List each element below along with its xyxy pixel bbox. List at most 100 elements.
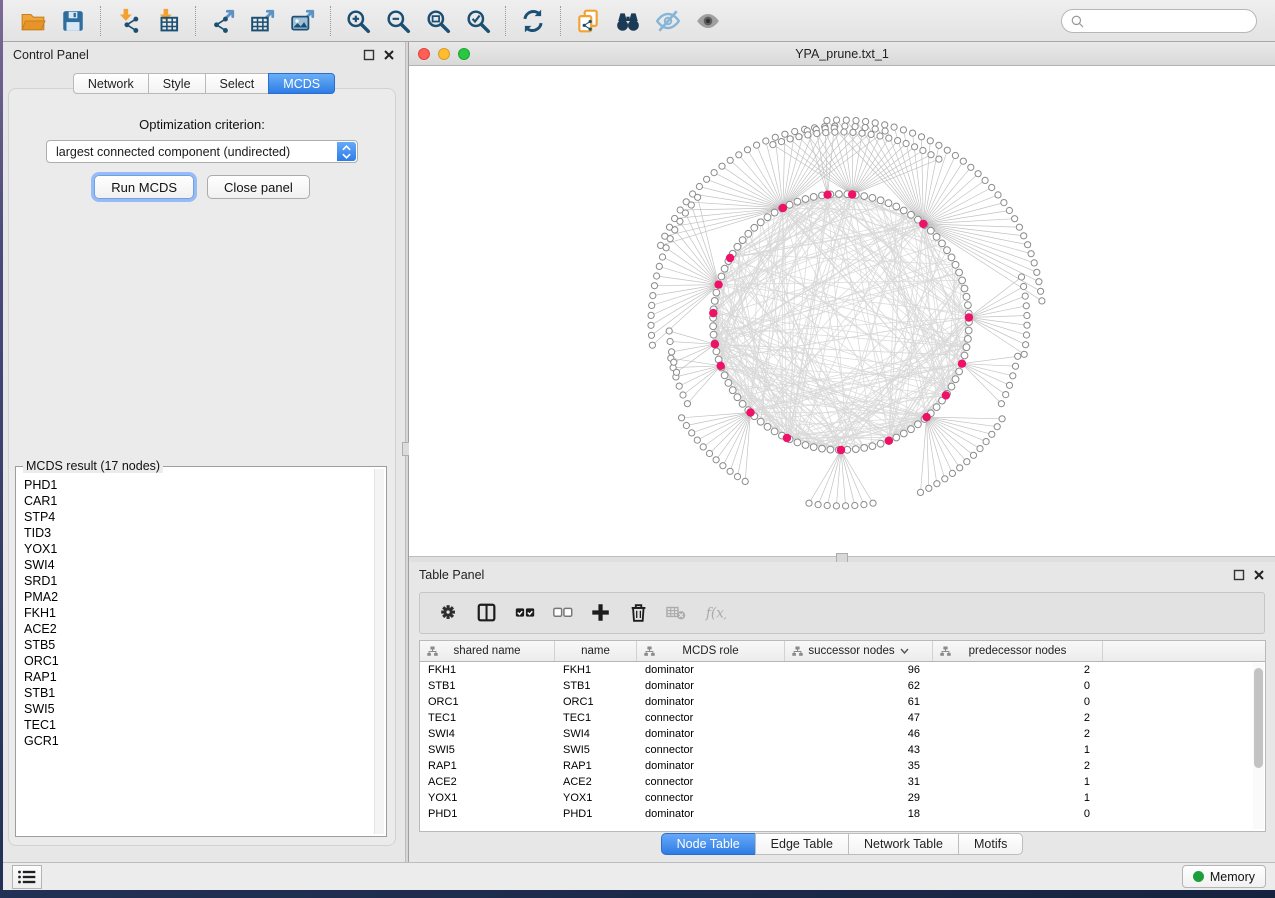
export-network-button[interactable] (206, 5, 240, 37)
zoom-selected-icon (465, 8, 491, 34)
show-all-button[interactable] (691, 5, 725, 37)
float-panel-icon[interactable] (363, 49, 375, 61)
column-header-name[interactable]: name (555, 641, 637, 661)
mcds-result-node[interactable]: STB5 (24, 637, 374, 653)
tab-node-table[interactable]: Node Table (661, 833, 755, 855)
table-cell: 2 (933, 712, 1103, 724)
column-header-predecessor-nodes[interactable]: predecessor nodes (933, 641, 1103, 661)
table-row[interactable]: STB1STB1dominator620 (420, 678, 1265, 694)
tab-mcds[interactable]: MCDS (268, 73, 335, 94)
main-toolbar (3, 0, 1275, 42)
table-cell: 47 (785, 712, 933, 724)
optimization-criterion-select[interactable]: largest connected component (undirected) (46, 140, 358, 163)
refresh-button[interactable] (516, 5, 550, 37)
export-image-icon (290, 8, 316, 34)
mcds-result-node[interactable]: RAP1 (24, 669, 374, 685)
table-settings-button[interactable] (434, 598, 464, 628)
delete-row-button[interactable] (624, 598, 654, 628)
tab-select[interactable]: Select (205, 73, 269, 94)
export-image-button[interactable] (286, 5, 320, 37)
export-network-icon (210, 8, 236, 34)
table-cell: YOX1 (555, 792, 637, 804)
run-mcds-button[interactable]: Run MCDS (94, 175, 194, 199)
mcds-result-node[interactable]: GCR1 (24, 733, 374, 749)
table-settings-icon (438, 602, 460, 624)
table-scrollbar-thumb[interactable] (1254, 668, 1263, 768)
mcds-result-node[interactable]: PMA2 (24, 589, 374, 605)
table-row[interactable]: ACE2ACE2connector311 (420, 774, 1265, 790)
tab-edge-table[interactable]: Edge Table (755, 833, 848, 855)
export-table-button[interactable] (246, 5, 280, 37)
mcds-result-node[interactable]: STB1 (24, 685, 374, 701)
table-row[interactable]: RAP1RAP1dominator352 (420, 758, 1265, 774)
table-row[interactable]: SWI4SWI4dominator462 (420, 726, 1265, 742)
import-table-button[interactable] (151, 5, 185, 37)
function-builder-button[interactable]: f(x) (700, 598, 730, 628)
tab-network-table[interactable]: Network Table (848, 833, 958, 855)
memory-button[interactable]: Memory (1182, 865, 1266, 888)
network-graph[interactable] (409, 66, 1275, 556)
table-row[interactable]: ORC1ORC1dominator610 (420, 694, 1265, 710)
tab-motifs[interactable]: Motifs (958, 833, 1023, 855)
mcds-tab-pane: Optimization criterion: largest connecte… (8, 88, 396, 846)
mcds-result-node[interactable]: SRD1 (24, 573, 374, 589)
float-table-panel-icon[interactable] (1233, 569, 1245, 581)
zoom-selected-button[interactable] (461, 5, 495, 37)
zoom-fit-button[interactable] (421, 5, 455, 37)
table-cell: YOX1 (420, 792, 555, 804)
mcds-result-node[interactable]: CAR1 (24, 493, 374, 509)
table-cell: FKH1 (420, 664, 555, 676)
table-cell: SWI5 (555, 744, 637, 756)
network-canvas[interactable] (409, 66, 1275, 556)
table-row[interactable]: FKH1FKH1dominator962 (420, 662, 1265, 678)
table-row[interactable]: YOX1YOX1connector291 (420, 790, 1265, 806)
table-cell: STB1 (555, 680, 637, 692)
table-row[interactable]: SWI5SWI5connector431 (420, 742, 1265, 758)
mcds-result-box: MCDS result (17 nodes) PHD1CAR1STP4TID3Y… (15, 466, 387, 837)
import-network-button[interactable] (111, 5, 145, 37)
columns-button[interactable] (472, 598, 502, 628)
clone-network-button[interactable] (571, 5, 605, 37)
open-button[interactable] (16, 5, 50, 37)
mcds-result-node[interactable]: ORC1 (24, 653, 374, 669)
add-row-button[interactable] (586, 598, 616, 628)
column-header-successor-nodes[interactable]: successor nodes (785, 641, 933, 661)
table-scrollbar[interactable] (1253, 663, 1264, 829)
column-header-shared-name[interactable]: shared name (420, 641, 555, 661)
close-table-panel-icon[interactable] (1253, 569, 1265, 581)
mcds-result-node[interactable]: TEC1 (24, 717, 374, 733)
task-history-button[interactable] (12, 865, 42, 889)
mcds-result-node[interactable]: SWI5 (24, 701, 374, 717)
save-button[interactable] (56, 5, 90, 37)
select-all-button[interactable] (510, 598, 540, 628)
table-cell: FKH1 (555, 664, 637, 676)
hide-selected-button[interactable] (651, 5, 685, 37)
zoom-out-button[interactable] (381, 5, 415, 37)
deselect-all-button[interactable] (548, 598, 578, 628)
mcds-result-node[interactable]: TID3 (24, 525, 374, 541)
table-row[interactable]: PHD1PHD1dominator180 (420, 806, 1265, 822)
mcds-result-node[interactable]: SWI4 (24, 557, 374, 573)
delete-row-icon (628, 602, 650, 624)
tab-style[interactable]: Style (148, 73, 205, 94)
delete-table-button[interactable] (662, 598, 692, 628)
search-network-button[interactable] (611, 5, 645, 37)
toolbar-separator (195, 6, 196, 36)
mcds-result-node[interactable]: YOX1 (24, 541, 374, 557)
mcds-result-node[interactable]: STP4 (24, 509, 374, 525)
delete-table-icon (666, 602, 688, 624)
close-panel-icon[interactable] (383, 49, 395, 61)
search-input[interactable] (1061, 9, 1257, 33)
table-cell: 2 (933, 760, 1103, 772)
table-tabs: Node TableEdge TableNetwork TableMotifs (409, 833, 1275, 855)
table-cell: 1 (933, 744, 1103, 756)
zoom-in-button[interactable] (341, 5, 375, 37)
table-row[interactable]: TEC1TEC1connector472 (420, 710, 1265, 726)
tab-network[interactable]: Network (73, 73, 148, 94)
mcds-result-node[interactable]: ACE2 (24, 621, 374, 637)
mcds-result-scrollbar[interactable] (374, 469, 384, 834)
close-panel-button[interactable]: Close panel (207, 175, 310, 199)
mcds-result-node[interactable]: PHD1 (24, 477, 374, 493)
column-header-MCDS-role[interactable]: MCDS role (637, 641, 785, 661)
mcds-result-node[interactable]: FKH1 (24, 605, 374, 621)
